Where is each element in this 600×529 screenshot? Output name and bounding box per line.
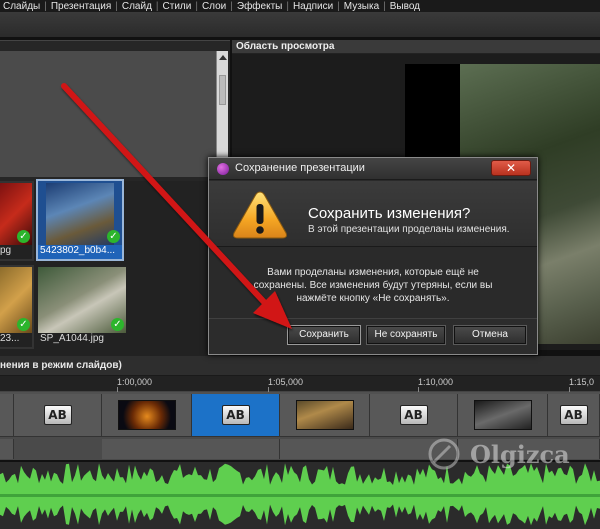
slide-caption: pg xyxy=(0,245,12,256)
track-segment[interactable] xyxy=(102,439,280,459)
save-presentation-dialog: Сохранение презентации ✕ Сохранить измен… xyxy=(208,157,538,355)
timeline-clip[interactable] xyxy=(0,394,14,436)
app-icon xyxy=(217,163,229,175)
dialog-message-line: сохранены. Все изменения будут утеряны, … xyxy=(253,280,493,291)
timeline-tick-label: 1:00,000 xyxy=(117,377,153,387)
check-icon: ✓ xyxy=(107,230,120,243)
cancel-button[interactable]: Отмена xyxy=(453,325,527,345)
slide-caption: 23... xyxy=(0,333,20,344)
transition-icon: AB xyxy=(399,405,428,425)
slide-thumbnail[interactable]: ✓ 23... xyxy=(0,265,34,349)
slide-caption: SP_A1044.jpg xyxy=(40,333,104,344)
timeline-tick-label: 1:15,0 xyxy=(569,377,595,387)
timeline-header: нения в режим слайдов) xyxy=(0,356,600,376)
clip-thumbnail xyxy=(295,400,354,430)
slides-panel-upper xyxy=(0,51,216,177)
clip-thumbnail xyxy=(117,400,176,430)
timeline-clip[interactable] xyxy=(458,394,548,436)
audio-waveform xyxy=(0,462,600,529)
check-icon: ✓ xyxy=(17,230,30,243)
slide-image xyxy=(46,183,114,245)
timeline-transition-selected[interactable]: AB xyxy=(192,394,280,436)
track-segment[interactable] xyxy=(0,439,14,459)
menu-item-presentation[interactable]: Презентация xyxy=(48,1,114,12)
timeline-clip[interactable] xyxy=(280,394,370,436)
dialog-footer: Сохранить Не сохранять Отмена xyxy=(209,318,537,354)
dont-save-button[interactable]: Не сохранять xyxy=(366,325,446,345)
watermark-logo-icon xyxy=(428,438,460,470)
menu-item-layers[interactable]: Слои xyxy=(199,1,229,12)
preview-panel-title: Область просмотра xyxy=(232,40,600,54)
close-button[interactable]: ✕ xyxy=(491,160,531,176)
scroll-up-icon[interactable] xyxy=(219,55,227,60)
timeline-ruler[interactable]: 1:00,000 1:05,000 1:10,000 1:15,0 xyxy=(0,376,600,392)
slide-caption: 5423802_b0b4... xyxy=(38,245,122,259)
menu-bar: Слайды | Презентация | Слайд | Стили | Слои |… xyxy=(0,0,600,12)
toolbar xyxy=(0,12,600,38)
dialog-header: Сохранить изменения? В этой презентации … xyxy=(209,181,537,247)
transition-icon: AB xyxy=(559,405,588,425)
clip-thumbnail xyxy=(473,400,532,430)
watermark: Olgizca xyxy=(426,436,596,472)
warning-icon xyxy=(233,191,287,239)
slides-grid: ✓ pg ✓ 5423802_b0b4... ✓ 23... ✓ SP_A104… xyxy=(0,179,230,357)
watermark-text: Olgizca xyxy=(470,440,570,469)
menu-item-captions[interactable]: Надписи xyxy=(290,1,336,12)
transition-icon: AB xyxy=(221,405,250,425)
check-icon: ✓ xyxy=(111,318,124,331)
check-icon: ✓ xyxy=(17,318,30,331)
slide-thumbnail[interactable]: ✓ SP_A1044.jpg xyxy=(36,265,128,349)
dialog-titlebar[interactable]: Сохранение презентации ✕ xyxy=(209,158,537,180)
dialog-message-line: Вами проделаны изменения, которые ещё не xyxy=(267,267,479,278)
timeline-clip[interactable] xyxy=(102,394,192,436)
timeline-transition[interactable]: AB xyxy=(14,394,102,436)
dialog-subheading: В этой презентации проделаны изменения. xyxy=(308,224,510,235)
menu-item-styles[interactable]: Стили xyxy=(160,1,195,12)
dialog-heading: Сохранить изменения? xyxy=(308,205,471,222)
save-button[interactable]: Сохранить xyxy=(287,325,361,345)
timeline-transition[interactable]: AB xyxy=(370,394,458,436)
slides-panel: ✓ pg ✓ 5423802_b0b4... ✓ 23... ✓ SP_A104… xyxy=(0,40,230,357)
scrollbar-thumb[interactable] xyxy=(219,75,226,105)
menu-item-slide[interactable]: Слайд xyxy=(119,1,155,12)
slide-thumbnail[interactable]: ✓ pg xyxy=(0,181,34,261)
timeline-slides-track: AB AB AB AB xyxy=(0,392,600,436)
timeline-tick-label: 1:10,000 xyxy=(418,377,454,387)
transition-icon: AB xyxy=(43,405,72,425)
menu-item-output[interactable]: Вывод xyxy=(387,1,423,12)
close-icon: ✕ xyxy=(505,161,517,175)
menu-item-effects[interactable]: Эффекты xyxy=(234,1,285,12)
timeline-mode-label[interactable]: нения в режим слайдов) xyxy=(0,360,122,371)
timeline-transition[interactable]: AB xyxy=(548,394,600,436)
dialog-message: Вами проделаны изменения, которые ещё не… xyxy=(209,248,537,316)
timeline-tick-label: 1:05,000 xyxy=(268,377,304,387)
dialog-message-line: нажмёте кнопку «Не сохранять». xyxy=(296,293,450,304)
menu-item-slides[interactable]: Слайды xyxy=(0,1,43,12)
audio-track[interactable] xyxy=(0,462,600,529)
menu-item-music[interactable]: Музыка xyxy=(341,1,382,12)
slide-thumbnail-selected[interactable]: ✓ 5423802_b0b4... xyxy=(36,179,124,261)
dialog-title: Сохранение презентации xyxy=(235,162,365,174)
